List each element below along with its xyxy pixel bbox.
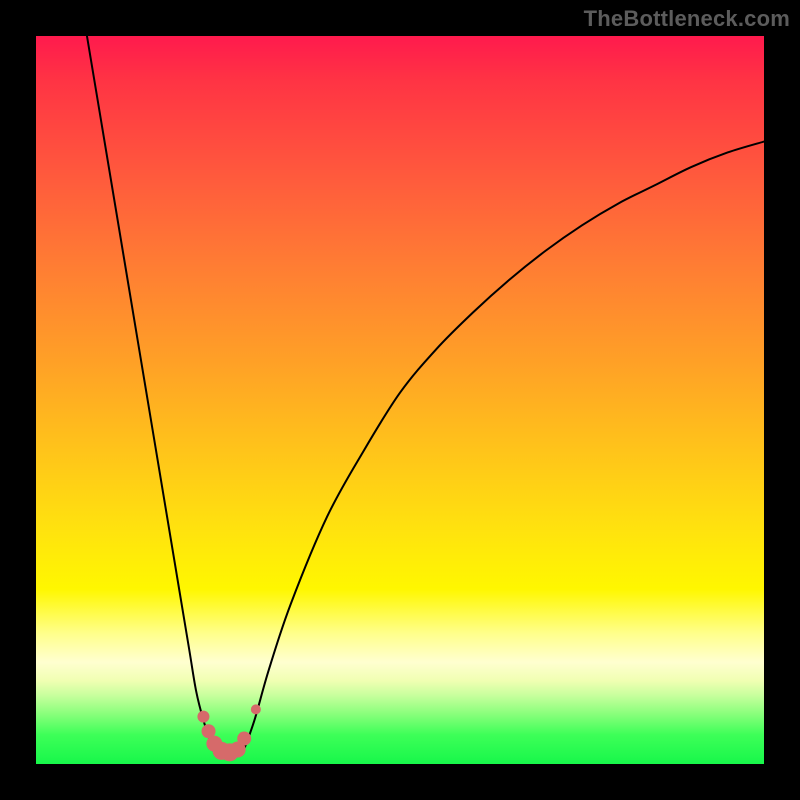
watermark-text: TheBottleneck.com — [584, 6, 790, 32]
bottom-dot — [251, 704, 261, 714]
bottom-dot-cluster — [197, 704, 260, 761]
bottom-dot — [197, 711, 209, 723]
bottleneck-curve — [87, 36, 764, 757]
plot-area — [36, 36, 764, 764]
curve-svg — [36, 36, 764, 764]
bottom-dot — [237, 732, 251, 746]
chart-frame: TheBottleneck.com — [0, 0, 800, 800]
